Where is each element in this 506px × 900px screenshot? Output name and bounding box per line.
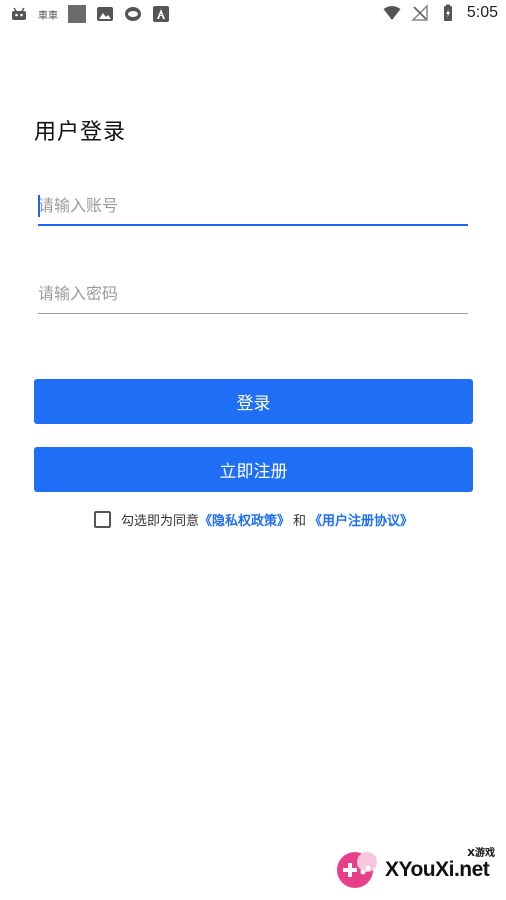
user-agreement-link[interactable]: 《用户注册协议》 xyxy=(309,510,413,529)
account-field[interactable] xyxy=(38,186,468,226)
image-icon xyxy=(97,7,113,21)
watermark: X游戏 XYouXi.net xyxy=(333,842,501,894)
text-caret xyxy=(38,195,40,217)
battery-charging-icon xyxy=(443,4,452,21)
register-button[interactable]: 立即注册 xyxy=(34,447,473,492)
agreement-checkbox[interactable] xyxy=(94,511,111,528)
status-bar: 車車 5:05 xyxy=(0,0,506,28)
watermark-text: XYouXi.net xyxy=(385,858,490,881)
font-a-icon xyxy=(153,6,169,22)
password-input[interactable] xyxy=(38,274,468,312)
login-button[interactable]: 登录 xyxy=(34,379,473,424)
password-underline xyxy=(38,313,468,314)
page-title: 用户登录 xyxy=(34,120,127,145)
account-underline xyxy=(38,224,468,226)
android-robot-icon xyxy=(12,7,26,20)
wifi-icon xyxy=(383,6,401,20)
watermark-small-text: X游戏 xyxy=(467,848,495,859)
status-bar-left: 車車 xyxy=(10,5,170,23)
agreement-row: 勾选即为同意 《隐私权政策》 和 《用户注册协议》 xyxy=(94,510,413,529)
status-bar-text: 車車 xyxy=(38,10,58,22)
gamepad-logo-icon xyxy=(337,852,377,888)
privacy-policy-link[interactable]: 《隐私权政策》 xyxy=(199,510,290,529)
chat-bubble-icon xyxy=(125,7,141,21)
square-notification-icon xyxy=(68,5,86,23)
status-bar-right: 5:05 xyxy=(383,4,498,22)
password-field[interactable] xyxy=(38,274,468,314)
no-signal-icon xyxy=(411,4,428,21)
account-input[interactable] xyxy=(38,186,468,224)
agreement-conjunction: 和 xyxy=(293,514,307,529)
agreement-prefix: 勾选即为同意 xyxy=(121,514,200,529)
status-time: 5:05 xyxy=(466,4,498,21)
